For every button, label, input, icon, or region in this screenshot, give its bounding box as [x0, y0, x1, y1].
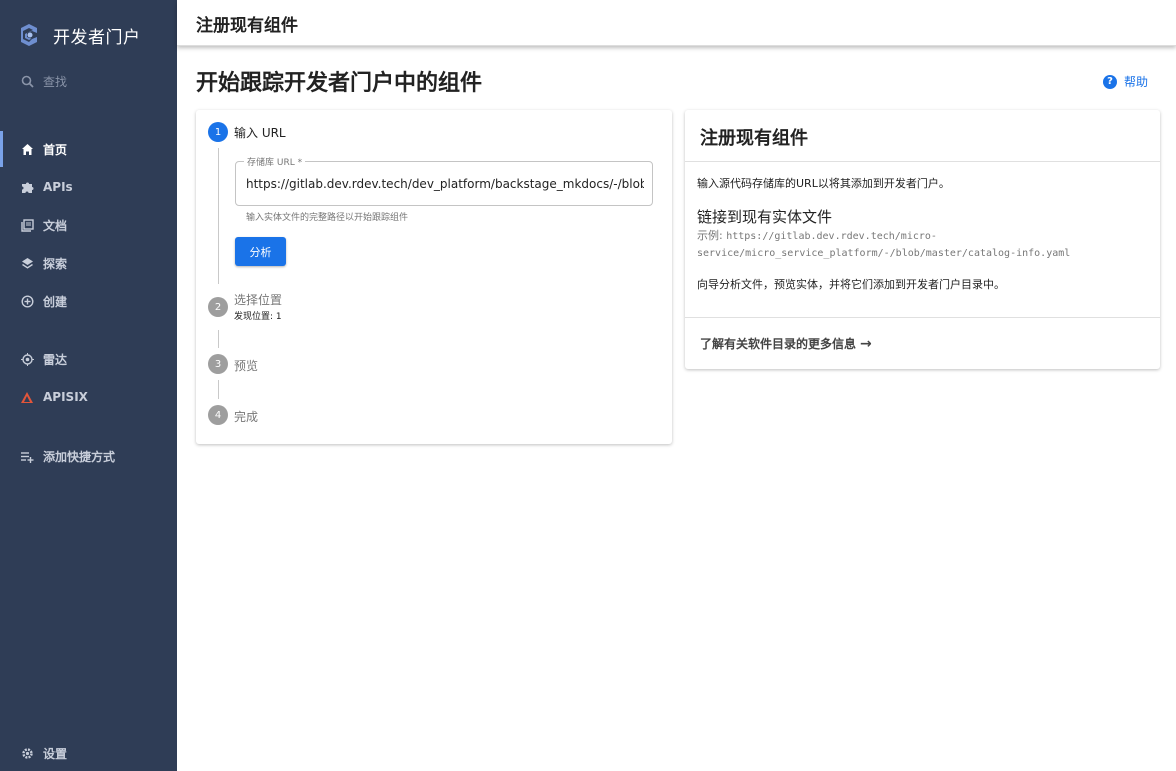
step-3-label[interactable]: 预览	[234, 357, 258, 374]
puzzle-icon	[20, 180, 34, 194]
help-label: 帮助	[1124, 75, 1149, 89]
info-subtitle: 链接到现有实体文件	[697, 208, 833, 226]
info-description: 向导分析文件，预览实体，并将它们添加到开发者门户目录中。	[697, 278, 1005, 291]
sidebar-item-label: 雷达	[43, 352, 68, 367]
sidebar-item-label: 设置	[43, 746, 68, 761]
step-2-indicator: 2	[208, 297, 228, 317]
step-connector	[218, 380, 219, 399]
divider	[685, 161, 1160, 162]
header-title: 注册现有组件	[196, 16, 298, 36]
info-example: 示例: https://gitlab.dev.rdev.tech/micro- …	[697, 228, 1152, 262]
repository-url-label: 存储库 URL *	[244, 155, 306, 168]
learn-more-label: 了解有关软件目录的更多信息	[700, 337, 857, 351]
radar-icon	[20, 352, 34, 366]
layers-icon	[20, 256, 34, 270]
page-title: 开始跟踪开发者门户中的组件	[196, 71, 483, 96]
step-2-sublabel: 发现位置: 1	[234, 312, 282, 322]
stepper-card: 1 输入 URL 存储库 URL * https://gitlab.dev.rd…	[196, 110, 672, 444]
add-circle-icon	[20, 294, 34, 308]
sidebar-item-label: 首页	[43, 142, 68, 157]
gear-icon	[20, 746, 34, 760]
step-number: 4	[214, 409, 222, 421]
step-connector	[218, 330, 219, 348]
sidebar-search[interactable]: 查找	[0, 63, 177, 99]
sidebar-item-apisix[interactable]: APISIX	[0, 379, 177, 415]
sidebar-item-create[interactable]: 创建	[0, 283, 177, 319]
sidebar-item-docs[interactable]: 文档	[0, 207, 177, 243]
sidebar-item-add-shortcut[interactable]: 添加快捷方式	[0, 438, 177, 474]
sidebar: 开发者门户 查找 首页 APIs 文档 探索 创建 雷达 APISIX 添加快捷…	[0, 0, 177, 771]
sidebar-item-label: APISIX	[43, 390, 88, 404]
sidebar-item-home[interactable]: 首页	[0, 131, 177, 167]
step-number: 3	[214, 358, 222, 370]
example-url-line1: https://gitlab.dev.rdev.tech/micro-	[726, 231, 937, 242]
backstage-logo-icon	[21, 24, 37, 46]
sidebar-item-label: 创建	[43, 294, 68, 309]
apisix-icon	[20, 390, 34, 404]
sidebar-item-label: APIs	[43, 180, 73, 194]
repository-url-helper: 输入实体文件的完整路径以开始跟踪组件	[246, 213, 409, 223]
learn-more-link[interactable]: 了解有关软件目录的更多信息 →	[700, 335, 872, 352]
step-4-indicator: 4	[208, 405, 228, 425]
step-4-label[interactable]: 完成	[234, 408, 258, 425]
sidebar-item-label: 探索	[43, 256, 68, 271]
playlist-add-icon	[20, 449, 34, 463]
brand[interactable]: 开发者门户	[16, 22, 141, 48]
brand-title: 开发者门户	[53, 27, 141, 48]
step-2-label[interactable]: 选择位置	[234, 291, 282, 308]
help-icon: ?	[1103, 74, 1117, 89]
help-link[interactable]: ? 帮助	[1103, 73, 1148, 90]
repository-url-field[interactable]: 存储库 URL * https://gitlab.dev.rdev.tech/d…	[235, 155, 653, 206]
divider	[685, 317, 1160, 318]
step-number: 1	[214, 126, 222, 138]
step-3-indicator: 3	[208, 354, 228, 374]
info-intro: 输入源代码存储库的URL以将其添加到开发者门户。	[697, 177, 950, 190]
sidebar-item-label: 添加快捷方式	[43, 449, 116, 464]
step-1-indicator: 1	[208, 122, 228, 142]
step-connector	[218, 148, 219, 284]
docs-icon	[20, 218, 34, 232]
sidebar-search-label: 查找	[43, 74, 68, 89]
home-icon	[20, 142, 34, 156]
info-card-title: 注册现有组件	[700, 128, 808, 149]
example-prefix: 示例:	[697, 229, 727, 242]
analyze-button[interactable]: 分析	[235, 237, 286, 266]
step-number: 2	[214, 301, 222, 313]
sidebar-item-explore[interactable]: 探索	[0, 245, 177, 281]
search-icon	[20, 74, 34, 88]
sidebar-item-radar[interactable]: 雷达	[0, 341, 177, 377]
step-1-label[interactable]: 输入 URL	[234, 124, 286, 141]
page-header: 注册现有组件	[177, 0, 1176, 46]
sidebar-item-apis[interactable]: APIs	[0, 169, 177, 205]
sidebar-item-label: 文档	[43, 218, 68, 233]
sidebar-item-settings[interactable]: 设置	[0, 735, 177, 771]
example-url-line2: service/micro_service_platform/-/blob/ma…	[697, 248, 1071, 259]
info-card: 注册现有组件 输入源代码存储库的URL以将其添加到开发者门户。 链接到现有实体文…	[685, 110, 1160, 369]
arrow-right-icon: →	[860, 335, 872, 352]
repository-url-input[interactable]: https://gitlab.dev.rdev.tech/dev_platfor…	[246, 177, 644, 191]
